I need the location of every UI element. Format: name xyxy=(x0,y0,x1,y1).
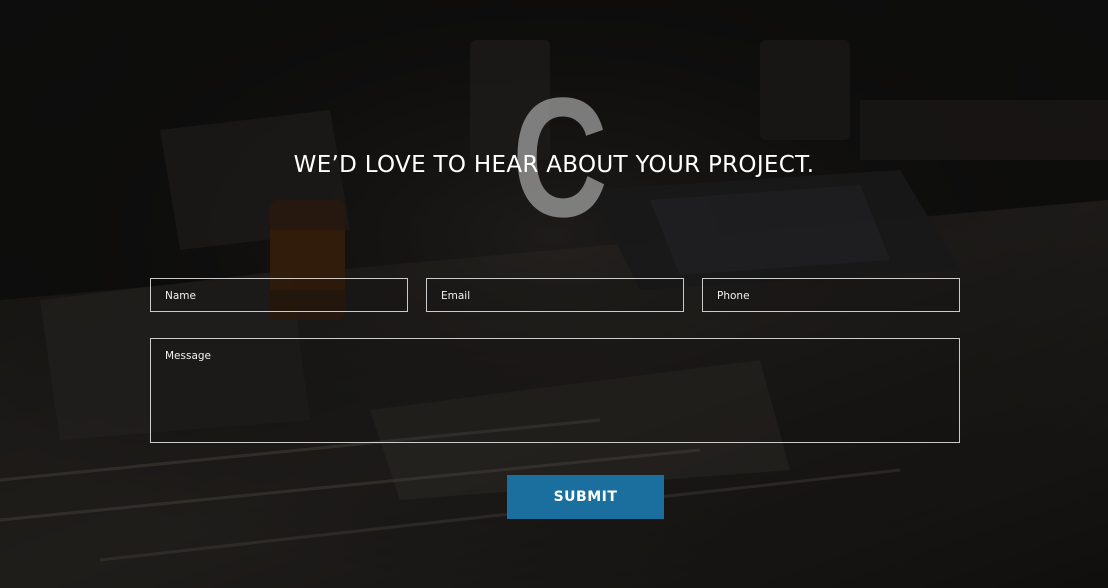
contact-section: C WE’D LOVE TO HEAR ABOUT YOUR PROJECT. … xyxy=(0,0,1108,588)
message-field[interactable]: Message xyxy=(150,338,960,443)
submit-button[interactable]: SUBMIT xyxy=(507,475,664,519)
page-title: WE’D LOVE TO HEAR ABOUT YOUR PROJECT. xyxy=(293,152,815,178)
message-placeholder: Message xyxy=(165,350,212,362)
email-placeholder: Email xyxy=(441,290,471,302)
phone-placeholder: Phone xyxy=(717,290,750,302)
email-field[interactable]: Email xyxy=(426,278,684,312)
name-placeholder: Name xyxy=(165,290,196,302)
name-field[interactable]: Name xyxy=(150,278,408,312)
phone-field[interactable]: Phone xyxy=(702,278,960,312)
